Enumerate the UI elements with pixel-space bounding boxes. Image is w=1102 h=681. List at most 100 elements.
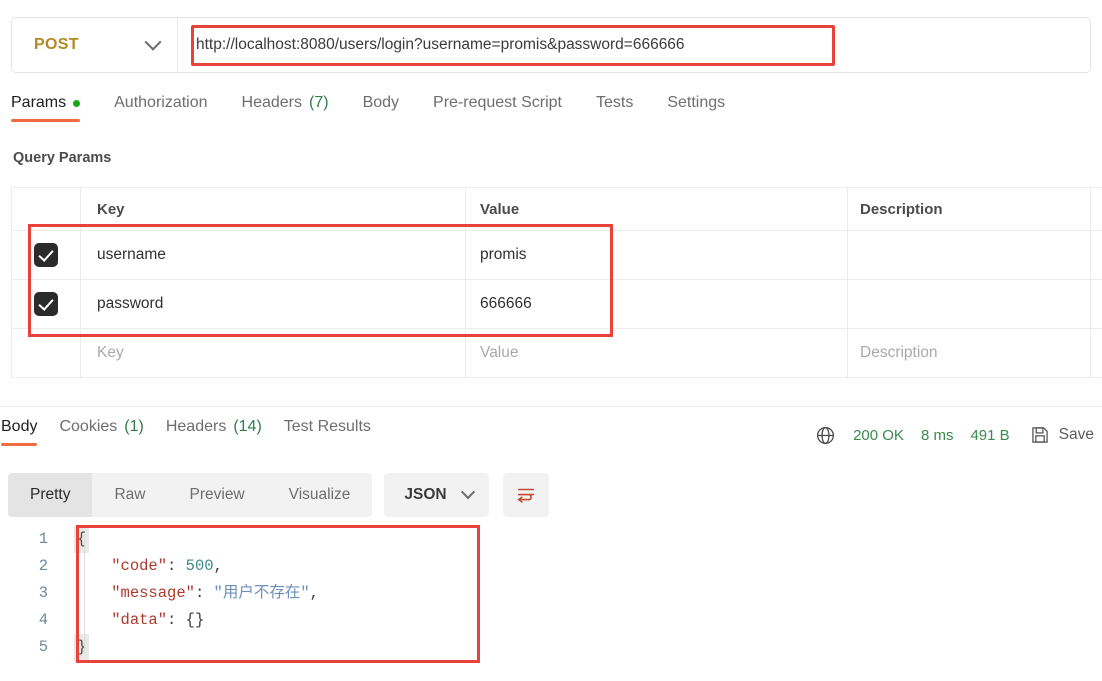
row-description-cell[interactable] xyxy=(848,231,1091,279)
globe-icon xyxy=(815,425,836,446)
response-status-bar: 200 OK 8 ms 491 B Save xyxy=(815,421,1094,449)
response-format-label: JSON xyxy=(404,486,447,503)
json-open-brace[interactable]: { xyxy=(74,526,90,553)
floppy-disk-icon[interactable] xyxy=(1030,425,1050,445)
response-view-toolbar[interactable]: Pretty Raw Preview Visualize JSON xyxy=(8,473,549,517)
json-value-code: 500 xyxy=(185,557,214,575)
json-close-brace[interactable]: } xyxy=(74,634,90,661)
response-tab-body-label: Body xyxy=(1,418,38,435)
checkbox-checked-icon[interactable] xyxy=(34,292,58,316)
tab-settings[interactable]: Settings xyxy=(667,94,725,122)
query-params-table: Key Value Description username promis pa… xyxy=(11,187,1102,378)
response-tab-cookies-label: Cookies xyxy=(59,418,118,435)
code-line: } xyxy=(74,634,319,661)
response-body-code[interactable]: { "code": 500, "message": "用户不存在", "data… xyxy=(62,526,319,661)
query-params-title: Query Params xyxy=(13,150,112,166)
tab-tests[interactable]: Tests xyxy=(596,94,633,122)
tab-headers-label: Headers xyxy=(241,94,302,111)
response-time: 8 ms xyxy=(920,426,954,444)
line-number: 1 xyxy=(38,530,48,548)
response-tab-test-results-label: Test Results xyxy=(283,418,371,435)
http-method-selector[interactable]: POST xyxy=(12,18,178,72)
header-key: Key xyxy=(81,188,466,230)
tab-settings-label: Settings xyxy=(667,94,726,111)
line-number: 4 xyxy=(38,611,48,629)
tab-pre-request-script[interactable]: Pre-request Script xyxy=(433,94,562,122)
url-input[interactable]: http://localhost:8080/users/login?userna… xyxy=(178,18,1090,72)
view-mode-pretty[interactable]: Pretty xyxy=(8,473,93,517)
table-header-row: Key Value Description xyxy=(12,188,1102,231)
empty-row-description-cell[interactable]: Description xyxy=(848,329,1091,377)
row-value-text: promis xyxy=(480,246,527,263)
tab-body-label: Body xyxy=(362,94,400,111)
response-tab-cookies-count: (1) xyxy=(124,418,144,435)
word-wrap-icon xyxy=(515,484,537,506)
view-mode-visualize[interactable]: Visualize xyxy=(267,473,373,517)
header-checkbox-cell xyxy=(12,188,81,230)
view-mode-raw[interactable]: Raw xyxy=(92,473,167,517)
json-key-data: "data" xyxy=(111,611,168,629)
empty-row-key-cell[interactable]: Key xyxy=(81,329,466,377)
chevron-down-icon xyxy=(460,485,475,500)
empty-row-description-placeholder: Description xyxy=(860,344,938,361)
tab-headers[interactable]: Headers (7) xyxy=(242,94,329,122)
save-response-button[interactable]: Save xyxy=(1059,426,1094,444)
row-value-cell[interactable]: 666666 xyxy=(466,280,848,328)
response-tab-cookies[interactable]: Cookies (1) xyxy=(59,418,143,446)
response-tab-test-results[interactable]: Test Results xyxy=(284,418,371,446)
table-empty-row[interactable]: Key Value Description xyxy=(12,329,1102,378)
code-line: "message": "用户不存在", xyxy=(74,580,319,607)
status-code: 200 OK xyxy=(853,426,904,444)
tab-tests-label: Tests xyxy=(595,94,634,111)
empty-row-value-cell[interactable]: Value xyxy=(466,329,848,377)
response-tab-bar[interactable]: Body Cookies (1) Headers (14) Test Resul… xyxy=(0,418,770,454)
response-body-viewer[interactable]: 1 2 3 4 5 { "code": 500, "message": "用户不… xyxy=(14,526,319,661)
table-row[interactable]: password 666666 xyxy=(12,280,1102,329)
line-number: 5 xyxy=(38,638,48,656)
view-mode-preview[interactable]: Preview xyxy=(168,473,267,517)
tab-params-label: Params xyxy=(11,94,67,111)
response-format-selector[interactable]: JSON xyxy=(384,473,489,517)
url-bar[interactable]: POST http://localhost:8080/users/login?u… xyxy=(11,17,1091,73)
row-key-cell[interactable]: username xyxy=(81,231,466,279)
tab-params[interactable]: Params xyxy=(11,94,81,122)
response-tab-body[interactable]: Body xyxy=(1,418,38,446)
row-key-cell[interactable]: password xyxy=(81,280,466,328)
line-number-gutter: 1 2 3 4 5 xyxy=(14,526,62,661)
tab-authorization-label: Authorization xyxy=(114,94,208,111)
checkbox-checked-icon[interactable] xyxy=(34,243,58,267)
response-tab-headers-count: (14) xyxy=(233,418,262,435)
row-key-text: username xyxy=(97,246,166,263)
empty-row-value-placeholder: Value xyxy=(480,344,519,361)
code-line: "code": 500, xyxy=(74,553,319,580)
http-method-label: POST xyxy=(34,36,79,53)
row-checkbox-cell[interactable] xyxy=(12,280,81,328)
empty-row-key-placeholder: Key xyxy=(97,344,124,361)
json-value-data: {} xyxy=(185,611,205,629)
json-comma: , xyxy=(309,584,319,602)
url-text: http://localhost:8080/users/login?userna… xyxy=(196,36,685,53)
row-value-cell[interactable]: promis xyxy=(466,231,848,279)
json-comma: , xyxy=(213,557,223,575)
response-view-mode-group[interactable]: Pretty Raw Preview Visualize xyxy=(8,473,373,517)
response-size: 491 B xyxy=(970,426,1010,444)
row-description-cell[interactable] xyxy=(848,280,1091,328)
tab-body[interactable]: Body xyxy=(363,94,399,122)
word-wrap-toggle-button[interactable] xyxy=(502,473,549,517)
tab-headers-count: (7) xyxy=(309,94,329,111)
code-line: "data": {} xyxy=(74,607,319,634)
header-description: Description xyxy=(848,188,1091,230)
row-value-text: 666666 xyxy=(480,295,532,312)
json-colon: : xyxy=(167,611,186,629)
row-checkbox-cell[interactable] xyxy=(12,231,81,279)
tab-authorization[interactable]: Authorization xyxy=(114,94,207,122)
response-tab-headers-label: Headers xyxy=(165,418,227,435)
response-tab-headers[interactable]: Headers (14) xyxy=(166,418,262,446)
table-row[interactable]: username promis xyxy=(12,231,1102,280)
json-value-message: "用户不存在" xyxy=(213,584,310,602)
request-tab-bar[interactable]: Params Authorization Headers (7) Body Pr… xyxy=(11,94,1091,130)
empty-row-checkbox-cell xyxy=(12,329,81,377)
line-number: 3 xyxy=(38,584,48,602)
